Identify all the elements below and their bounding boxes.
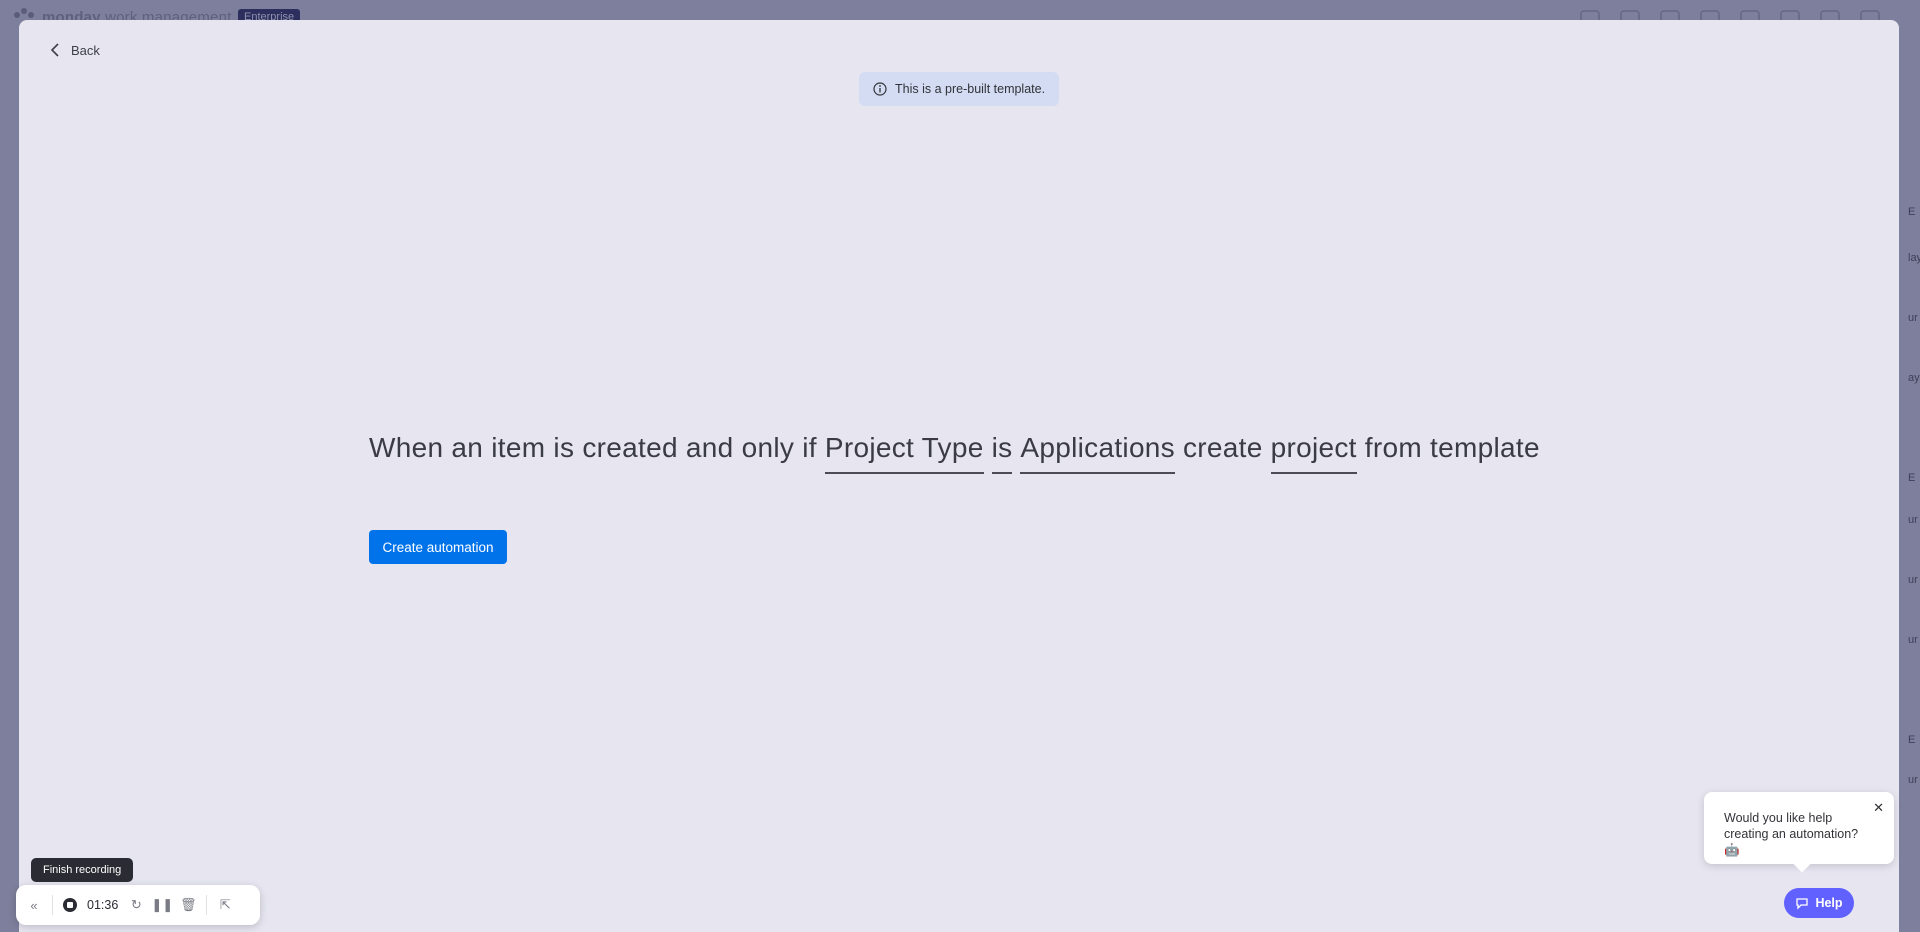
help-popup: ✕ Would you like help creating an automa… [1704,792,1894,873]
chevron-left-icon [50,43,59,57]
recording-toolbar: « 01:36 ↻ ❚❚ 🗑 ⇱ [16,885,260,925]
close-icon[interactable]: ✕ [1873,800,1884,816]
recipe-text-source: from template [1364,432,1540,463]
template-notice: This is a pre-built template. [859,72,1059,106]
divider [52,895,53,915]
background-board-edge: E lay ur ay E ur ur ur E ur [1908,206,1920,786]
info-icon [873,82,887,96]
stop-record-icon[interactable] [63,898,77,912]
automation-template-modal: Back This is a pre-built template. [19,20,1899,932]
recipe-text-action: create [1183,432,1263,463]
notice-text: This is a pre-built template. [895,82,1046,96]
finish-recording-tooltip: Finish recording [31,858,134,882]
recipe-text-trigger: When an item is created and only if [369,432,817,463]
recipe-field-object[interactable]: project [1270,432,1357,474]
restart-icon[interactable]: ↻ [128,897,144,913]
collapse-icon[interactable]: « [26,897,42,913]
pointer-icon[interactable]: ⇱ [217,897,233,913]
automation-recipe-sentence: When an item is created and only if Proj… [369,432,1549,474]
monday-logo-icon [14,8,34,20]
chat-icon [1796,898,1809,910]
help-button-label: Help [1815,896,1843,910]
help-button[interactable]: Help [1784,888,1854,918]
pause-icon[interactable]: ❚❚ [151,897,173,913]
recording-timer: 01:36 [87,898,119,912]
help-popup-text: Would you like help creating an automati… [1724,811,1859,857]
divider [206,895,208,915]
background-topbar: monday work management Enterprise [0,0,1920,26]
back-label: Back [71,42,100,58]
recipe-field-condition[interactable]: is [991,432,1013,474]
delete-icon[interactable]: 🗑 [180,897,197,913]
create-automation-button[interactable]: Create automation [369,530,507,564]
back-button[interactable]: Back [49,42,100,58]
recipe-field-value[interactable]: Applications [1020,432,1175,474]
recipe-field-column[interactable]: Project Type [824,432,984,474]
